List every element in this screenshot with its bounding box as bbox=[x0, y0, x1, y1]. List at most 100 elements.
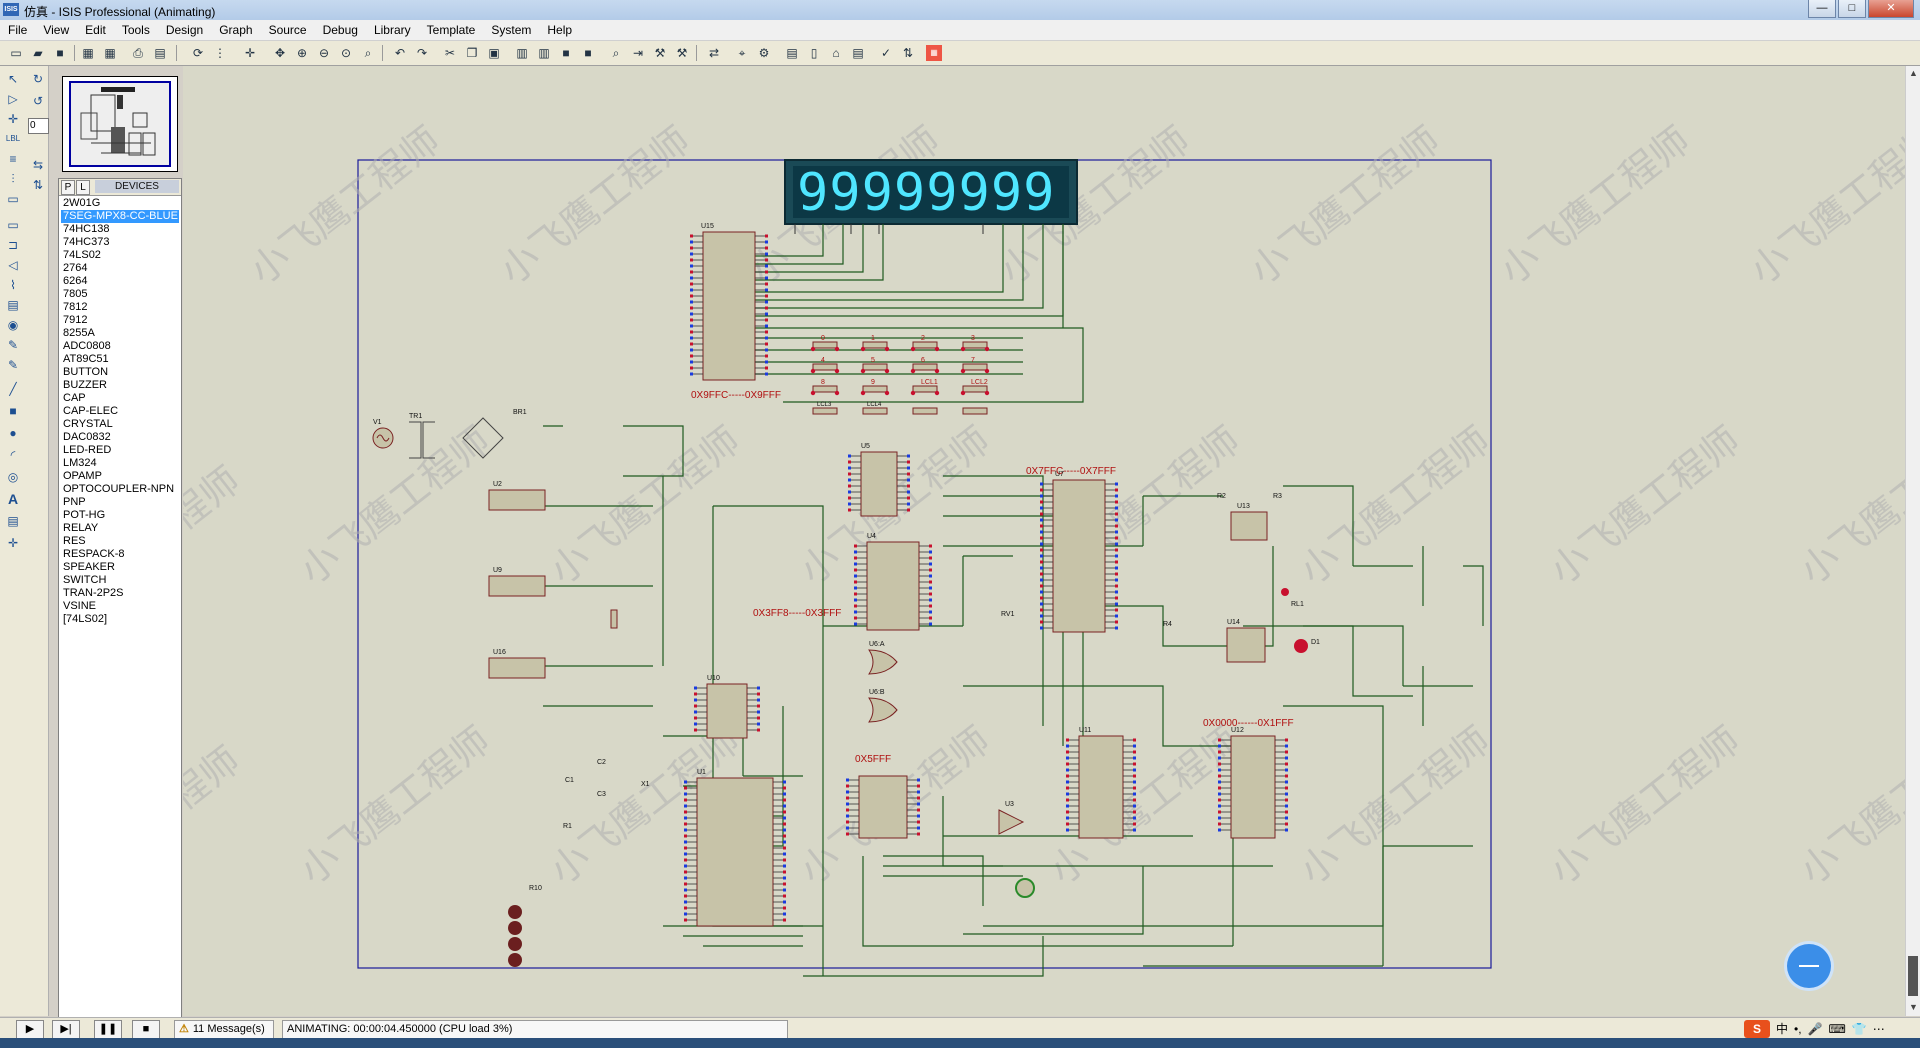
messages-indicator[interactable]: ⚠ 11 Message(s) bbox=[174, 1020, 274, 1039]
led-d1[interactable] bbox=[1294, 639, 1308, 653]
device-list-item[interactable]: 6264 bbox=[61, 275, 179, 288]
keypad-button[interactable] bbox=[812, 341, 838, 349]
new-sheet-icon[interactable]: ▤ bbox=[784, 45, 800, 61]
netlist-icon[interactable]: ⇅ bbox=[900, 45, 916, 61]
keypad-button[interactable] bbox=[962, 363, 988, 371]
export-icon[interactable]: ▦ bbox=[102, 45, 118, 61]
symbol-2d-icon[interactable]: ▤ bbox=[4, 512, 22, 530]
maximize-button[interactable]: □ bbox=[1838, 0, 1866, 18]
remove-sheet-icon[interactable]: ▯ bbox=[806, 45, 822, 61]
device-list-item[interactable]: 74LS02 bbox=[61, 249, 179, 262]
wire-label-icon[interactable]: LBL bbox=[4, 130, 22, 148]
keypad-button[interactable] bbox=[862, 385, 888, 393]
chip-u5[interactable] bbox=[860, 451, 898, 517]
print-icon[interactable]: ⎙ bbox=[130, 45, 146, 61]
seven-segment-display[interactable]: 99999999 bbox=[784, 159, 1078, 234]
search-icon[interactable]: ⌖ bbox=[734, 45, 750, 61]
tape-recorder-icon[interactable]: ⌇ bbox=[4, 276, 22, 294]
subcircuit-icon[interactable]: ▭ bbox=[4, 190, 22, 208]
menu-help[interactable]: Help bbox=[539, 20, 580, 40]
menu-library[interactable]: Library bbox=[366, 20, 419, 40]
device-list-item[interactable]: AT89C51 bbox=[61, 353, 179, 366]
keypad-button[interactable] bbox=[812, 363, 838, 371]
chip-u2b[interactable] bbox=[858, 775, 908, 839]
device-list-item[interactable]: 2764 bbox=[61, 262, 179, 275]
keypad-button[interactable] bbox=[862, 407, 888, 415]
rotate-clockwise-icon[interactable]: ↻ bbox=[29, 70, 47, 88]
pause-button[interactable]: ❚❚ bbox=[94, 1020, 122, 1039]
ime-keyboard-icon[interactable]: ⌨ bbox=[1829, 1022, 1846, 1036]
device-list-item[interactable]: DAC0832 bbox=[61, 431, 179, 444]
wire-autorouter-icon[interactable]: ⇄ bbox=[706, 45, 722, 61]
text-2d-icon[interactable]: A bbox=[4, 490, 22, 508]
keypad-button[interactable] bbox=[862, 341, 888, 349]
chip-u9[interactable] bbox=[488, 575, 546, 597]
vertical-scrollbar[interactable]: ▲ ▼ bbox=[1905, 66, 1920, 1016]
device-list-item[interactable]: 7SEG-MPX8-CC-BLUE bbox=[61, 210, 179, 223]
relay-contact[interactable] bbox=[1281, 588, 1289, 596]
menu-view[interactable]: View bbox=[35, 20, 77, 40]
device-pins-icon[interactable]: ⊐ bbox=[4, 236, 22, 254]
zoom-all-icon[interactable]: ⊙ bbox=[338, 45, 354, 61]
chip-u11[interactable] bbox=[1078, 735, 1124, 839]
device-list-item[interactable]: PNP bbox=[61, 496, 179, 509]
cut-icon[interactable]: ✂ bbox=[442, 45, 458, 61]
chip-u13[interactable] bbox=[1230, 511, 1268, 541]
device-list-item[interactable]: CAP bbox=[61, 392, 179, 405]
chip-u12[interactable] bbox=[1230, 735, 1276, 839]
chip-u16[interactable] bbox=[488, 657, 546, 679]
chip-u1[interactable] bbox=[696, 777, 774, 927]
device-list-item[interactable]: OPTOCOUPLER-NPN bbox=[61, 483, 179, 496]
play-button[interactable]: ▶ bbox=[16, 1020, 44, 1039]
rotation-angle-field[interactable]: 0 bbox=[28, 118, 49, 134]
chip-u4[interactable] bbox=[866, 541, 920, 631]
zoom-in-icon[interactable]: ⊕ bbox=[294, 45, 310, 61]
ime-skin-icon[interactable]: 👕 bbox=[1852, 1022, 1867, 1036]
ime-punctuation-icon[interactable]: •, bbox=[1794, 1022, 1802, 1036]
keypad-button[interactable] bbox=[812, 407, 838, 415]
redo-icon[interactable]: ↷ bbox=[414, 45, 430, 61]
device-list-item[interactable]: RELAY bbox=[61, 522, 179, 535]
device-list-item[interactable]: BUZZER bbox=[61, 379, 179, 392]
ime-chinese-mode-icon[interactable]: 中 bbox=[1776, 1020, 1788, 1037]
device-list-item[interactable]: ADC0808 bbox=[61, 340, 179, 353]
component-mode-icon[interactable]: ▷ bbox=[4, 90, 22, 108]
block-rotate-icon[interactable]: ■ bbox=[558, 45, 574, 61]
selection-mode-icon[interactable]: ↖ bbox=[4, 70, 22, 88]
voltage-probe-icon[interactable]: ◉ bbox=[4, 316, 22, 334]
new-file-icon[interactable]: ▭ bbox=[8, 45, 24, 61]
line-2d-icon[interactable]: ╱ bbox=[4, 380, 22, 398]
keypad-button[interactable] bbox=[912, 363, 938, 371]
block-move-icon[interactable]: ▥ bbox=[536, 45, 552, 61]
junction-dot-icon[interactable]: ✛ bbox=[4, 110, 22, 128]
menu-file[interactable]: File bbox=[0, 20, 35, 40]
overview-viewport[interactable] bbox=[69, 81, 171, 167]
menu-template[interactable]: Template bbox=[419, 20, 484, 40]
arc-2d-icon[interactable]: ◜ bbox=[4, 446, 22, 464]
decompose-icon[interactable]: ⚒ bbox=[674, 45, 690, 61]
device-list-item[interactable]: SPEAKER bbox=[61, 561, 179, 574]
device-list-item[interactable]: RESPACK-8 bbox=[61, 548, 179, 561]
chip-u7[interactable] bbox=[1052, 479, 1106, 633]
device-list-item[interactable]: POT-HG bbox=[61, 509, 179, 522]
menu-tools[interactable]: Tools bbox=[114, 20, 158, 40]
device-list-item[interactable]: 2W01G bbox=[61, 197, 179, 210]
text-script-icon[interactable]: ≡ bbox=[4, 150, 22, 168]
terminals-icon[interactable]: ▭ bbox=[4, 216, 22, 234]
path-2d-icon[interactable]: ◎ bbox=[4, 468, 22, 486]
device-list-item[interactable]: VSINE bbox=[61, 600, 179, 613]
menu-source[interactable]: Source bbox=[261, 20, 315, 40]
device-list-item[interactable]: BUTTON bbox=[61, 366, 179, 379]
scroll-up-icon[interactable]: ▲ bbox=[1906, 66, 1920, 80]
pan-icon[interactable]: ✥ bbox=[272, 45, 288, 61]
keypad-button[interactable] bbox=[912, 341, 938, 349]
voltmeter[interactable] bbox=[1015, 878, 1035, 898]
keypad-button[interactable] bbox=[912, 385, 938, 393]
mirror-y-icon[interactable]: ⇅ bbox=[29, 176, 47, 194]
chip-u2[interactable] bbox=[488, 489, 546, 511]
rotate-anticlockwise-icon[interactable]: ↺ bbox=[29, 92, 47, 110]
pick-devices-button[interactable]: P bbox=[61, 180, 75, 195]
ares-icon[interactable]: ▦ bbox=[926, 45, 942, 61]
device-list-item[interactable]: 7912 bbox=[61, 314, 179, 327]
device-list-item[interactable]: LED-RED bbox=[61, 444, 179, 457]
